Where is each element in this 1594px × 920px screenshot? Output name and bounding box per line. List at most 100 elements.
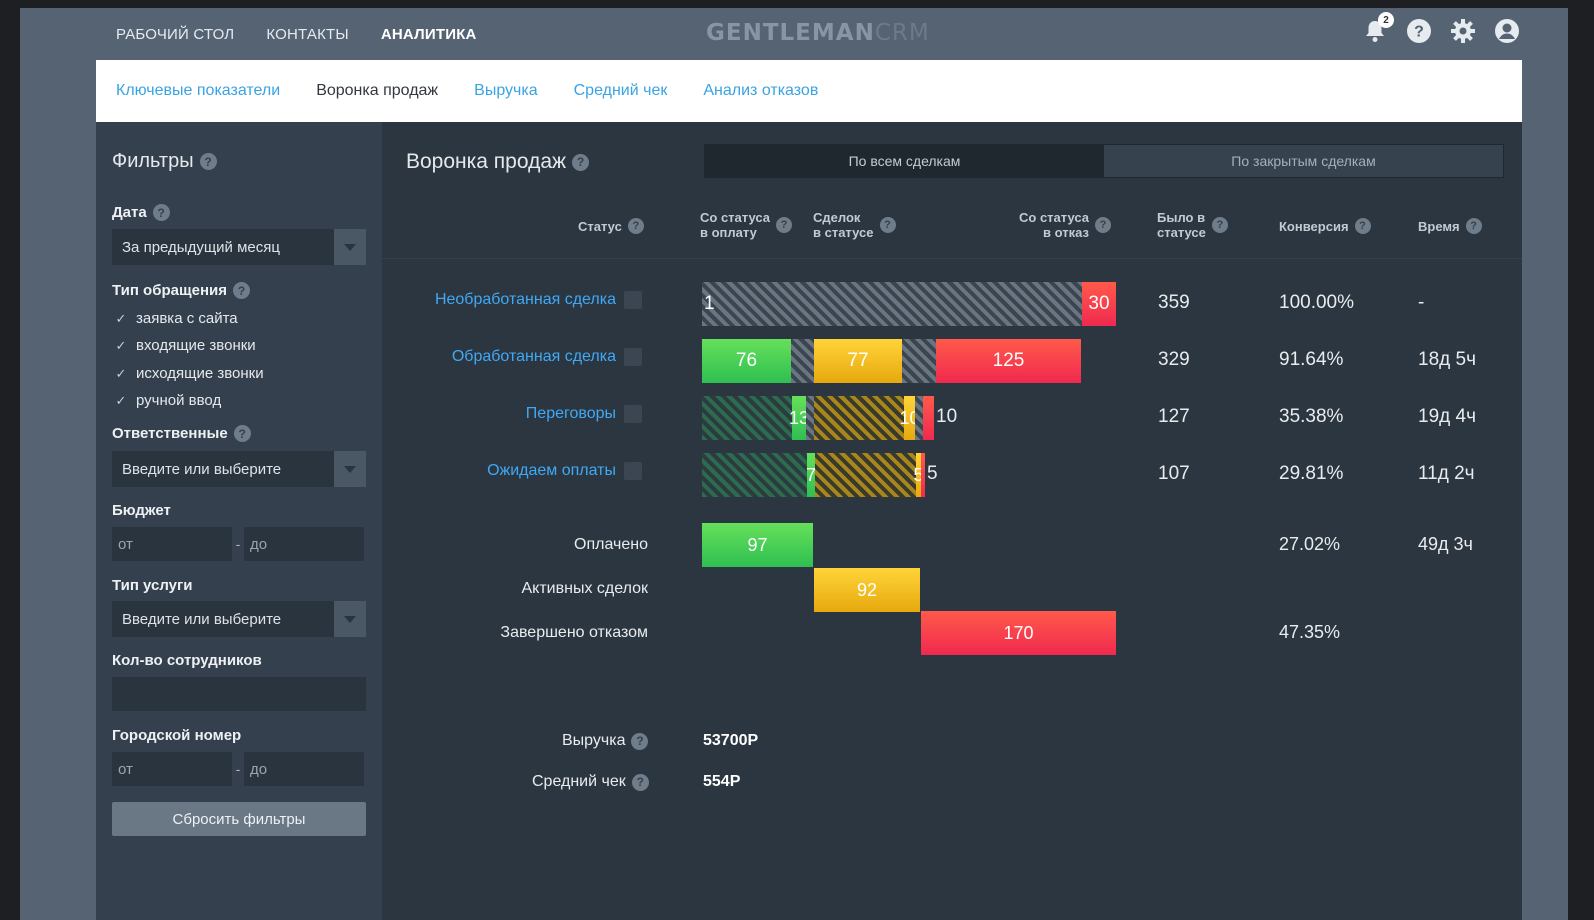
row-conversion: 91.64%	[1279, 349, 1344, 370]
help-icon[interactable]: ?	[627, 218, 644, 234]
budget-from-input[interactable]: от	[112, 527, 232, 561]
toggle-all-deals[interactable]: По всем сделкам	[705, 145, 1104, 177]
chevron-down-icon[interactable]	[334, 451, 366, 487]
summary-bar-paid: 97	[702, 523, 813, 567]
bar-negotiations-hatch	[814, 396, 904, 440]
checkbox-incoming-calls[interactable]: ✓ входящие звонки	[114, 337, 256, 354]
help-icon[interactable]: ?	[233, 282, 251, 299]
user-icon[interactable]	[1494, 18, 1520, 44]
bar-negotiations-reject-value: 10	[936, 406, 958, 427]
row-label-text: Обработанная сделка	[451, 348, 616, 365]
checkbox-label: входящие звонки	[136, 337, 256, 354]
header-divider	[382, 258, 1522, 259]
summary-label-active: Активных сделок	[521, 580, 648, 597]
toggle-closed-deals[interactable]: По закрытым сделкам	[1104, 145, 1503, 177]
tab-key-metrics[interactable]: Ключевые показатели	[116, 82, 280, 100]
row-label-negotiations[interactable]: Переговоры	[526, 405, 642, 423]
checkbox-site-request[interactable]: ✓ заявка с сайта	[114, 310, 238, 327]
reset-filters-button[interactable]: Сбросить фильтры	[112, 802, 366, 836]
nav-analytics[interactable]: АНАЛИТИКА	[381, 26, 477, 43]
help-icon[interactable]: ?	[775, 217, 792, 233]
row-label-unprocessed[interactable]: Необработанная сделка	[435, 291, 642, 309]
svg-text:?: ?	[1414, 24, 1424, 41]
row-conversion: 29.81%	[1279, 463, 1344, 484]
responsible-select[interactable]: Введите или выберите	[112, 451, 366, 487]
revenue-label: Выручка?	[562, 732, 649, 750]
budget-to-input[interactable]: до	[244, 527, 364, 561]
tab-rejections[interactable]: Анализ отказов	[703, 82, 818, 100]
help-icon[interactable]: ?	[152, 204, 170, 221]
header-line: Сделок	[813, 210, 861, 225]
service-type-select[interactable]: Введите или выберите	[112, 601, 366, 637]
chevron-down-icon[interactable]	[334, 601, 366, 637]
bar-awaiting-reject	[921, 453, 925, 497]
date-select[interactable]: За предыдущий месяц	[112, 229, 366, 265]
employees-input[interactable]	[112, 677, 366, 711]
help-icon[interactable]: ?	[1094, 217, 1111, 233]
row-toggle[interactable]	[624, 405, 642, 423]
bar-value: 77	[847, 350, 869, 371]
checkbox-label: исходящие звонки	[136, 365, 264, 382]
tab-revenue[interactable]: Выручка	[474, 82, 537, 100]
bar-negotiations-reject	[923, 396, 934, 440]
bar-unprocessed-reject: 30	[1082, 282, 1116, 326]
service-type-label: Тип услуги	[112, 577, 193, 594]
bar-value: 97	[747, 534, 768, 555]
gear-icon[interactable]	[1450, 18, 1476, 44]
city-number-range: от - до	[112, 752, 366, 786]
summary-bar-rejected: 170	[921, 611, 1116, 655]
responsible-placeholder: Введите или выберите	[122, 460, 282, 478]
help-icon[interactable]: ?	[1406, 18, 1432, 44]
help-icon[interactable]: ?	[199, 153, 217, 170]
bar-processed-gap	[902, 339, 936, 383]
city-from-input[interactable]: от	[112, 752, 232, 786]
request-type-label: Тип обращения?	[112, 282, 251, 299]
funnel-panel: Воронка продаж? По всем сделкам По закры…	[382, 122, 1522, 920]
help-icon[interactable]: ?	[572, 153, 590, 171]
row-toggle[interactable]	[624, 348, 642, 366]
analytics-tabs: Ключевые показатели Воронка продаж Выруч…	[96, 60, 1522, 122]
nav-desktop[interactable]: РАБОЧИЙ СТОЛ	[116, 26, 234, 43]
range-dash: -	[235, 536, 241, 552]
filters-title-text: Фильтры	[112, 150, 194, 172]
row-toggle[interactable]	[624, 462, 642, 480]
help-icon[interactable]: ?	[631, 773, 649, 791]
header-was-in: Было в статусе?	[1157, 210, 1228, 240]
row-time: 18д 5ч	[1418, 349, 1476, 370]
header-line: в оплату	[700, 225, 757, 240]
bar-awaiting-reject-value: 5	[927, 463, 938, 484]
city-to-input[interactable]: до	[244, 752, 364, 786]
help-icon[interactable]: ?	[233, 425, 251, 442]
row-total: 329	[1158, 349, 1190, 370]
header-line: Со статуса	[1019, 210, 1089, 225]
checkbox-manual-input[interactable]: ✓ ручной ввод	[114, 392, 222, 409]
chevron-down-icon[interactable]	[334, 229, 366, 265]
row-label-text: Необработанная сделка	[434, 291, 616, 308]
bar-awaiting-paid: 7	[806, 453, 816, 497]
checkbox-outgoing-calls[interactable]: ✓ исходящие звонки	[114, 365, 264, 382]
nav-contacts[interactable]: КОНТАКТЫ	[266, 26, 349, 43]
average-check-label: Средний чек?	[532, 773, 649, 791]
date-label-text: Дата	[112, 204, 147, 221]
tab-average-check[interactable]: Средний чек	[574, 82, 668, 100]
bell-icon[interactable]: 2	[1362, 12, 1394, 44]
row-time: -	[1418, 292, 1425, 313]
help-icon[interactable]: ?	[879, 217, 896, 233]
row-label-awaiting-payment[interactable]: Ожидаем оплаты	[487, 462, 642, 480]
help-icon[interactable]: ?	[1465, 218, 1482, 234]
header-line: в статусе	[813, 225, 874, 240]
tab-sales-funnel[interactable]: Воронка продаж	[316, 82, 438, 100]
help-icon[interactable]: ?	[1211, 217, 1228, 233]
row-total: 127	[1158, 406, 1190, 427]
help-icon[interactable]: ?	[1354, 218, 1371, 234]
row-label-text: Ожидаем оплаты	[487, 462, 616, 479]
summary-label-rejected: Завершено отказом	[500, 624, 648, 641]
row-toggle[interactable]	[624, 291, 642, 309]
row-label-processed[interactable]: Обработанная сделка	[452, 348, 642, 366]
bar-negotiations-gap	[806, 396, 814, 440]
help-icon[interactable]: ?	[631, 732, 649, 750]
checkbox-label: ручной ввод	[136, 392, 222, 409]
header-in-status: Сделок в статусе?	[813, 210, 896, 240]
bar-processed-gap	[791, 339, 814, 383]
brand-bold: GENTLEMAN	[706, 20, 875, 46]
